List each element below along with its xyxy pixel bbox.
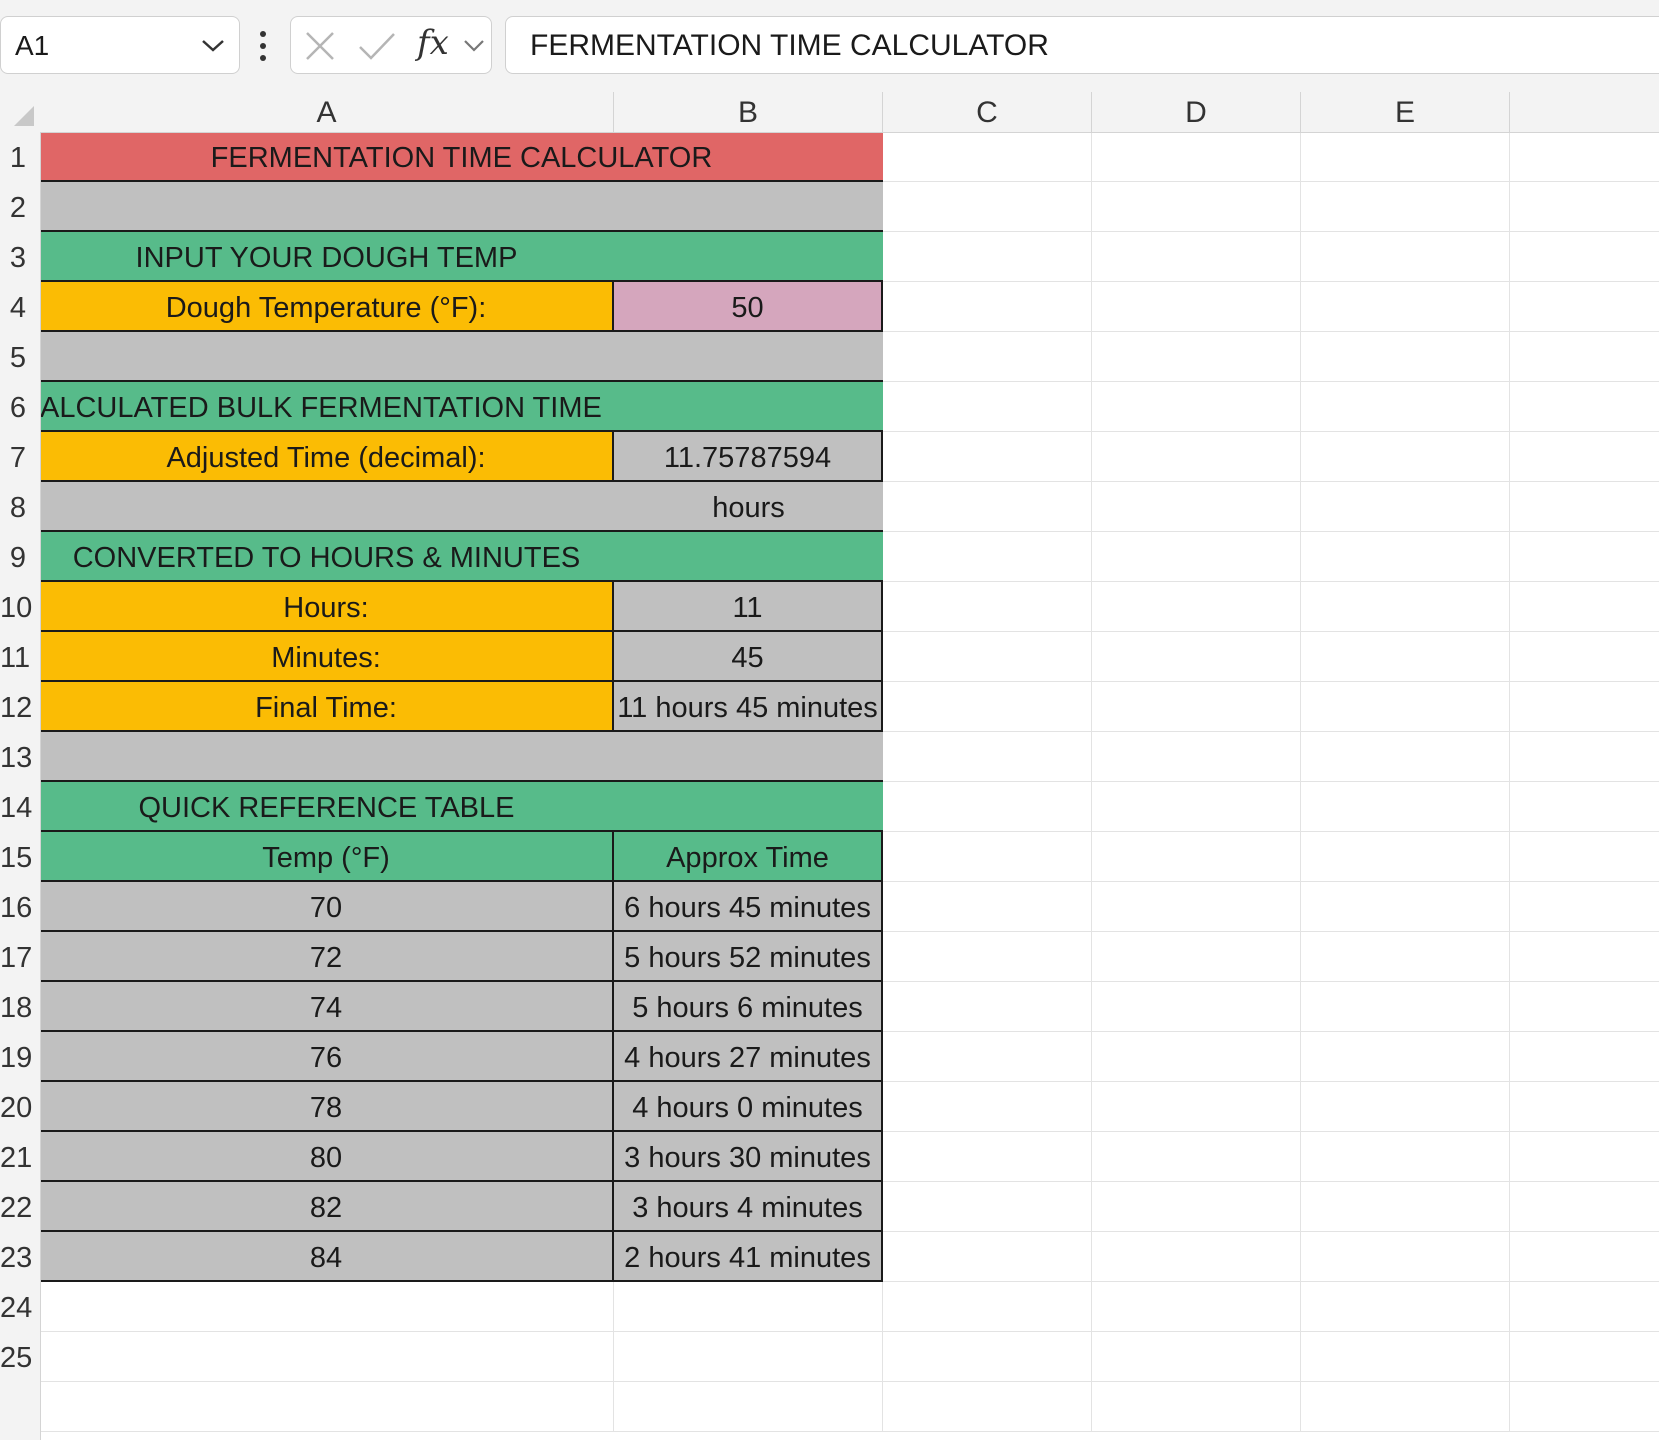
- cell-b12-final-time[interactable]: 11 hours 45 minutes: [614, 682, 883, 732]
- cell-a6-section-header[interactable]: ALCULATED BULK FERMENTATION TIME: [40, 382, 883, 432]
- more-options-icon[interactable]: [255, 26, 271, 66]
- column-header-d[interactable]: D: [1092, 92, 1301, 132]
- formula-bar: A1 fx FERMENTATION TIME CALCULATOR: [0, 0, 1659, 93]
- spreadsheet-grid: FERMENTATION TIME CALCULATOR INPUT YOUR …: [0, 92, 1659, 1440]
- row-header[interactable]: 1: [0, 132, 40, 182]
- ref-time-cell[interactable]: 4 hours 27 minutes: [614, 1032, 883, 1082]
- column-header-c[interactable]: C: [883, 92, 1092, 132]
- row-header[interactable]: 5: [0, 332, 40, 382]
- row-header[interactable]: 2: [0, 182, 40, 232]
- ref-header: QUICK REFERENCE TABLE: [138, 792, 515, 824]
- cell-b7-adjusted-time[interactable]: 11.75787594: [614, 432, 883, 482]
- cells: FERMENTATION TIME CALCULATOR INPUT YOUR …: [0, 92, 1659, 1440]
- ref-time-cell[interactable]: 5 hours 52 minutes: [614, 932, 883, 982]
- cell-a5[interactable]: [40, 332, 883, 382]
- calc-header: ALCULATED BULK FERMENTATION TIME: [40, 392, 602, 424]
- row-header[interactable]: 17: [0, 932, 40, 982]
- row-header[interactable]: 20: [0, 1082, 40, 1132]
- row-header[interactable]: 23: [0, 1232, 40, 1282]
- chevron-down-icon[interactable]: [463, 39, 485, 58]
- cancel-icon[interactable]: [303, 29, 337, 68]
- cell-b15-col-header[interactable]: Approx Time: [614, 832, 883, 882]
- cell-a14-section-header[interactable]: QUICK REFERENCE TABLE: [40, 782, 883, 832]
- row-header[interactable]: 14: [0, 782, 40, 832]
- row-header[interactable]: 21: [0, 1132, 40, 1182]
- cell-a8[interactable]: [40, 482, 614, 532]
- cell-a3-section-header[interactable]: INPUT YOUR DOUGH TEMP: [40, 232, 883, 282]
- row-header[interactable]: 25: [0, 1332, 40, 1382]
- row-header[interactable]: 24: [0, 1282, 40, 1332]
- cell-a1-title[interactable]: FERMENTATION TIME CALCULATOR: [40, 132, 883, 182]
- ref-time-cell[interactable]: 2 hours 41 minutes: [614, 1232, 883, 1282]
- row-header[interactable]: 16: [0, 882, 40, 932]
- cell-a9-section-header[interactable]: CONVERTED TO HOURS & MINUTES: [40, 532, 883, 582]
- checkmark-icon[interactable]: [357, 29, 397, 68]
- row-header[interactable]: 4: [0, 282, 40, 332]
- ref-time-cell[interactable]: 6 hours 45 minutes: [614, 882, 883, 932]
- name-box[interactable]: A1: [0, 16, 240, 74]
- column-headers: A B C D E: [0, 92, 1659, 133]
- cell-b11-minutes[interactable]: 45: [614, 632, 883, 682]
- row-header[interactable]: 3: [0, 232, 40, 282]
- cell-b4-dough-temp-input[interactable]: 50: [614, 282, 883, 332]
- row-header[interactable]: 18: [0, 982, 40, 1032]
- row-header[interactable]: 19: [0, 1032, 40, 1082]
- input-header: INPUT YOUR DOUGH TEMP: [135, 242, 518, 274]
- column-header-e[interactable]: E: [1301, 92, 1510, 132]
- cell-b8-unit[interactable]: hours: [614, 482, 883, 532]
- ref-temp-cell[interactable]: 70: [40, 882, 614, 932]
- ref-temp-cell[interactable]: 74: [40, 982, 614, 1032]
- row-header[interactable]: 15: [0, 832, 40, 882]
- row-header[interactable]: 11: [0, 632, 40, 682]
- row-header[interactable]: 7: [0, 432, 40, 482]
- cell-a7-label[interactable]: Adjusted Time (decimal):: [40, 432, 614, 482]
- ref-temp-cell[interactable]: 82: [40, 1182, 614, 1232]
- ref-time-cell[interactable]: 3 hours 4 minutes: [614, 1182, 883, 1232]
- ref-time-cell[interactable]: 4 hours 0 minutes: [614, 1082, 883, 1132]
- converted-header: CONVERTED TO HOURS & MINUTES: [72, 542, 581, 574]
- row-header[interactable]: 22: [0, 1182, 40, 1232]
- row-header[interactable]: 8: [0, 482, 40, 532]
- cell-a12-label[interactable]: Final Time:: [40, 682, 614, 732]
- select-all-corner[interactable]: [0, 92, 40, 132]
- ref-temp-cell[interactable]: 80: [40, 1132, 614, 1182]
- row-header[interactable]: 6: [0, 382, 40, 432]
- ref-temp-cell[interactable]: 84: [40, 1232, 614, 1282]
- row-header[interactable]: 12: [0, 682, 40, 732]
- chevron-down-icon[interactable]: [201, 39, 225, 58]
- cell-a11-label[interactable]: Minutes:: [40, 632, 614, 682]
- row-header[interactable]: 13: [0, 732, 40, 782]
- insert-function-button[interactable]: fx: [417, 23, 449, 63]
- name-box-value: A1: [15, 30, 50, 61]
- ref-temp-cell[interactable]: 78: [40, 1082, 614, 1132]
- cell-a4-label[interactable]: Dough Temperature (°F):: [40, 282, 614, 332]
- row-headers: 1 2 3 4 5 6 7 8 9 10 11 12 13 14 15 16 17 18 19 20 21 22 23 24 2…: [0, 132, 41, 1440]
- formula-controls: fx: [290, 16, 492, 74]
- column-header-b[interactable]: B: [614, 92, 883, 132]
- ref-temp-cell[interactable]: 72: [40, 932, 614, 982]
- formula-text: FERMENTATION TIME CALCULATOR: [530, 29, 1049, 62]
- column-header-a[interactable]: A: [40, 92, 614, 132]
- cell-b10-hours[interactable]: 11: [614, 582, 883, 632]
- row-header[interactable]: 9: [0, 532, 40, 582]
- cell-a10-label[interactable]: Hours:: [40, 582, 614, 632]
- ref-time-cell[interactable]: 5 hours 6 minutes: [614, 982, 883, 1032]
- row-header[interactable]: 10: [0, 582, 40, 632]
- cell-a13[interactable]: [40, 732, 883, 782]
- cell-a15-col-header[interactable]: Temp (°F): [40, 832, 614, 882]
- ref-temp-cell[interactable]: 76: [40, 1032, 614, 1082]
- cell-a2[interactable]: [40, 182, 883, 232]
- formula-input[interactable]: FERMENTATION TIME CALCULATOR: [505, 16, 1659, 74]
- ref-time-cell[interactable]: 3 hours 30 minutes: [614, 1132, 883, 1182]
